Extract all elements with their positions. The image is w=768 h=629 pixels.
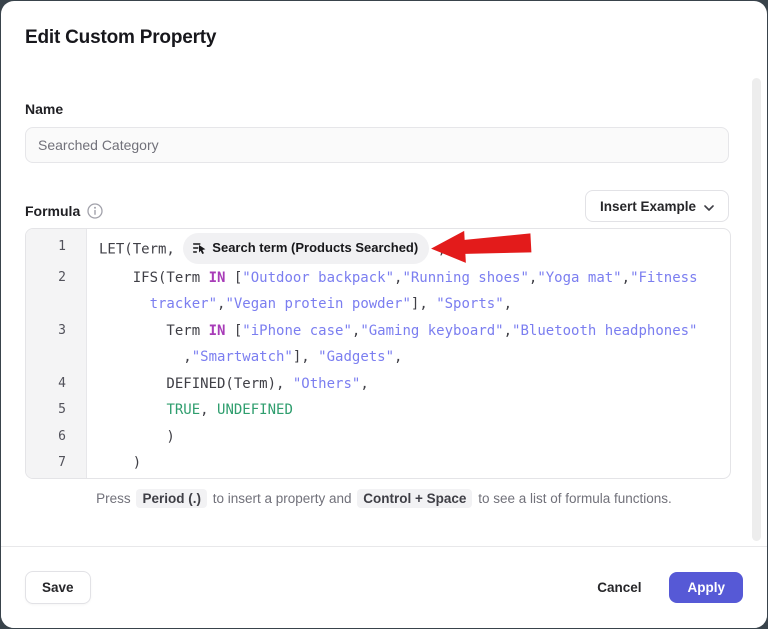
line-number [26,291,86,318]
text-cursor-icon [192,241,206,255]
apply-button[interactable]: Apply [669,572,743,603]
code-line: DEFINED(Term), "Others", [86,371,730,398]
code-line: TRUE, UNDEFINED [86,397,730,424]
save-button[interactable]: Save [25,571,91,604]
line-number: 1 [26,234,86,265]
code-line: ,"Smartwatch"], "Gadgets", [86,344,730,371]
line-number: 5 [26,397,86,424]
line-number: 3 [26,318,86,345]
line-number: 7 [26,450,86,477]
name-input[interactable] [25,127,729,163]
formula-label: Formula [25,203,80,219]
line-number: 4 [26,371,86,398]
cancel-button[interactable]: Cancel [595,572,643,603]
property-chip[interactable]: Search term (Products Searched) [183,233,429,264]
code-line: ) [86,424,730,451]
scrollbar[interactable] [752,78,761,541]
editor-hint-text: Press Period (.) to insert a property an… [1,491,767,506]
chevron-down-icon [704,199,714,214]
modal-footer: Save Cancel Apply [1,546,767,628]
code-line: LET(Term, Search term (Products Searched… [86,234,730,265]
formula-editor[interactable]: 1LET(Term, Search term (Products Searche… [25,228,731,479]
property-chip-label: Search term (Products Searched) [212,235,418,262]
keyboard-shortcut-chip: Control + Space [357,489,472,508]
code-line: ) [86,450,730,477]
formula-code-rows: 1LET(Term, Search term (Products Searche… [26,229,730,477]
line-number [26,344,86,371]
code-line: Term IN ["iPhone case","Gaming keyboard"… [86,318,730,345]
keyboard-shortcut-chip: Period (.) [136,489,207,508]
insert-example-button[interactable]: Insert Example [585,190,729,222]
edit-custom-property-modal: Edit Custom Property Name Formula Insert… [1,1,767,628]
line-number: 6 [26,424,86,451]
page-title: Edit Custom Property [25,27,216,49]
formula-label-row: Formula [25,202,103,219]
line-number: 2 [26,265,86,292]
name-label: Name [25,101,63,117]
code-line: tracker","Vegan protein powder"], "Sport… [86,291,730,318]
info-icon[interactable] [87,203,103,219]
insert-example-label: Insert Example [600,199,696,214]
code-line: IFS(Term IN ["Outdoor backpack","Running… [86,265,730,292]
